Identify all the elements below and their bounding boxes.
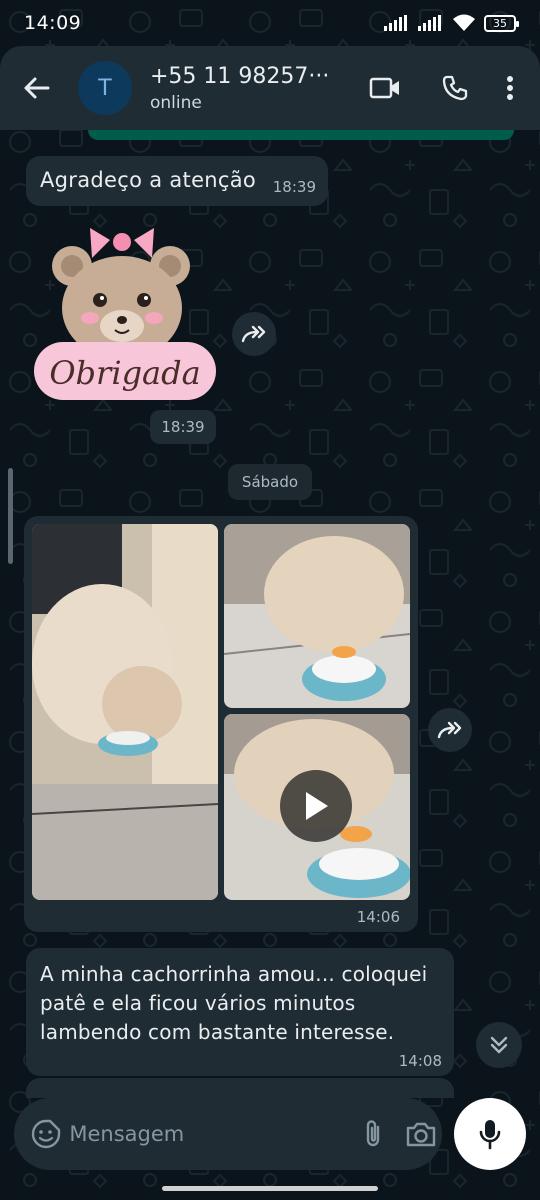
battery-icon: 35	[484, 14, 519, 32]
scroll-handle[interactable]	[8, 468, 13, 564]
paperclip-icon	[366, 1120, 380, 1147]
sticker-smile-icon	[31, 1119, 60, 1149]
sticker-message[interactable]: Obrigada	[30, 226, 220, 404]
sticker-button[interactable]	[28, 1110, 63, 1158]
next-message-peek	[26, 1078, 454, 1098]
message-text: A minha cachorrinha amou... coloquei pat…	[40, 962, 428, 1044]
message-text: Agradeço a atenção	[40, 168, 257, 192]
previous-outgoing-message[interactable]	[88, 130, 514, 140]
signal-2-icon	[418, 15, 441, 31]
message-time: 14:06	[356, 908, 400, 926]
contact-info[interactable]: +55 11 98257··· online	[150, 64, 340, 113]
forward-icon	[241, 325, 266, 343]
microphone-icon	[479, 1120, 501, 1150]
arrow-left-icon	[24, 77, 50, 99]
dog-video-thumbnail[interactable]	[224, 714, 410, 900]
message-time: 18:39	[272, 178, 316, 196]
chat-screen: 14:09 35 T +55 11 98257··· online Agrade…	[0, 0, 540, 1200]
more-vertical-icon	[507, 76, 513, 100]
video-call-button[interactable]	[350, 58, 420, 118]
bear-sticker-image: Obrigada	[34, 228, 216, 400]
status-time: 14:09	[24, 12, 82, 34]
forward-media-button[interactable]	[428, 708, 472, 752]
contact-avatar[interactable]: T	[78, 61, 132, 115]
dog-photo-2[interactable]	[224, 524, 410, 708]
double-chevron-down-icon	[490, 1036, 508, 1054]
phone-icon	[442, 75, 468, 101]
wifi-icon	[453, 14, 475, 31]
camera-icon	[407, 1122, 436, 1147]
message-list[interactable]: Agradeço a atenção 18:39 Obrigada 18:39 …	[0, 130, 540, 1090]
message-bubble-dog-review[interactable]: A minha cachorrinha amou... coloquei pat…	[26, 948, 454, 1076]
attach-button[interactable]	[355, 1110, 390, 1158]
header-actions	[350, 58, 530, 118]
date-separator: Sábado	[228, 464, 312, 500]
date-label: Sábado	[241, 473, 299, 491]
back-button[interactable]	[8, 46, 64, 130]
play-icon	[306, 792, 328, 820]
scroll-to-bottom-button[interactable]	[476, 1022, 522, 1068]
dog-photo-1[interactable]	[32, 524, 218, 900]
forward-sticker-button[interactable]	[232, 312, 276, 356]
voice-record-button[interactable]	[454, 1098, 526, 1170]
more-options-button[interactable]	[490, 58, 530, 118]
battery-level: 35	[493, 16, 507, 30]
media-album-message[interactable]: 14:06	[24, 516, 418, 932]
message-composer	[14, 1098, 442, 1170]
avatar-letter: T	[98, 75, 112, 101]
message-time: 18:39	[161, 418, 205, 436]
forward-icon	[437, 721, 462, 739]
sticker-label: Obrigada	[49, 354, 200, 392]
message-input[interactable]	[69, 1114, 338, 1154]
message-bubble-thanks[interactable]: Agradeço a atenção 18:39	[26, 156, 328, 206]
status-bar: 14:09 35	[0, 0, 540, 46]
home-indicator[interactable]	[162, 1186, 378, 1191]
status-icons: 35	[384, 14, 519, 32]
chat-header: T +55 11 98257··· online	[0, 46, 540, 130]
voice-call-button[interactable]	[420, 58, 490, 118]
sticker-time: 18:39	[150, 410, 216, 444]
signal-icon	[384, 15, 407, 31]
camera-button[interactable]	[401, 1110, 442, 1158]
video-camera-icon	[369, 77, 399, 99]
play-video-button[interactable]	[280, 770, 352, 842]
contact-status: online	[150, 92, 202, 113]
message-time: 14:08	[398, 1052, 442, 1070]
contact-name: +55 11 98257···	[150, 63, 330, 89]
